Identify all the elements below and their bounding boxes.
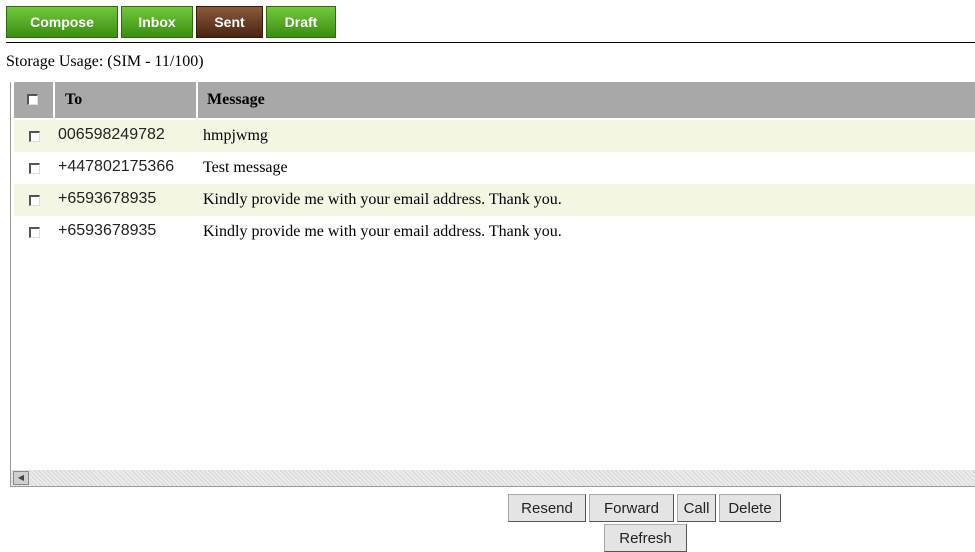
refresh-button[interactable]: Refresh: [604, 524, 687, 552]
row-recipient: +6593678935: [58, 222, 157, 239]
resend-button[interactable]: Resend: [508, 494, 586, 522]
tab-inbox[interactable]: Inbox: [121, 6, 193, 38]
row-message: Kindly provide me with your email addres…: [203, 191, 562, 208]
column-header-to[interactable]: To: [57, 82, 198, 118]
message-list: To Message 006598249782 hmpjwmg +4478021…: [10, 82, 975, 487]
tab-compose[interactable]: Compose: [6, 6, 118, 38]
select-all-cell: [14, 82, 55, 118]
tab-bar: Compose Inbox Sent Draft: [6, 6, 336, 40]
row-recipient: +6593678935: [58, 190, 157, 207]
horizontal-scrollbar[interactable]: ◀: [11, 470, 975, 486]
row-message: hmpjwmg: [203, 127, 268, 144]
table-row[interactable]: +6593678935 Kindly provide me with your …: [14, 216, 975, 248]
list-header: To Message: [14, 82, 975, 118]
tab-sent[interactable]: Sent: [196, 6, 263, 38]
row-checkbox[interactable]: [29, 163, 40, 174]
delete-button[interactable]: Delete: [719, 494, 781, 522]
tab-draft[interactable]: Draft: [266, 6, 336, 38]
row-message: Kindly provide me with your email addres…: [203, 223, 562, 240]
row-checkbox[interactable]: [29, 131, 40, 142]
table-row[interactable]: +447802175366 Test message: [14, 152, 975, 184]
row-message: Test message: [203, 159, 288, 176]
action-bar: Resend Forward Call Delete: [508, 494, 781, 522]
select-all-checkbox[interactable]: [27, 94, 38, 105]
forward-button[interactable]: Forward: [589, 494, 674, 522]
scroll-left-arrow-icon[interactable]: ◀: [13, 471, 29, 485]
storage-usage: Storage Usage: (SIM - 11/100): [6, 53, 204, 70]
table-row[interactable]: 006598249782 hmpjwmg: [14, 120, 975, 152]
call-button[interactable]: Call: [677, 494, 716, 522]
row-checkbox[interactable]: [29, 227, 40, 238]
table-row[interactable]: +6593678935 Kindly provide me with your …: [14, 184, 975, 216]
column-header-message[interactable]: Message: [200, 82, 975, 118]
row-checkbox[interactable]: [29, 195, 40, 206]
row-recipient: 006598249782: [58, 126, 165, 143]
row-recipient: +447802175366: [58, 158, 175, 175]
tab-divider: [6, 42, 975, 43]
